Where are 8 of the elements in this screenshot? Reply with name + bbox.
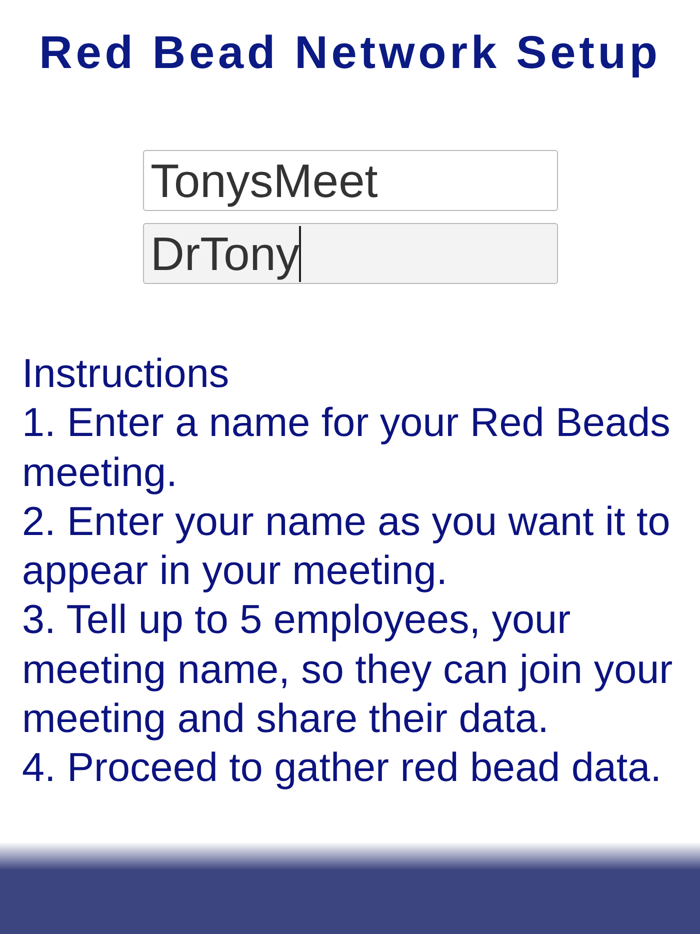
instruction-step: 2. Enter your name as you want it to appear in your meeting.	[22, 496, 690, 596]
input-field[interactable]: TonysMeet	[142, 150, 558, 211]
instruction-step: 4. Proceed to gather red bead data.	[22, 743, 690, 793]
instruction-step: 1. Enter a name for your Red Beads meeting.	[22, 398, 690, 497]
instruction-step: 3. Tell up to 5 employees, your meeting name, so they can join your meeting and share their data.	[22, 595, 690, 744]
instructions-heading: Instructions	[22, 349, 230, 398]
page-title: Red Bead Network Setup	[39, 25, 661, 80]
input-field[interactable]: DrTony	[142, 223, 558, 284]
